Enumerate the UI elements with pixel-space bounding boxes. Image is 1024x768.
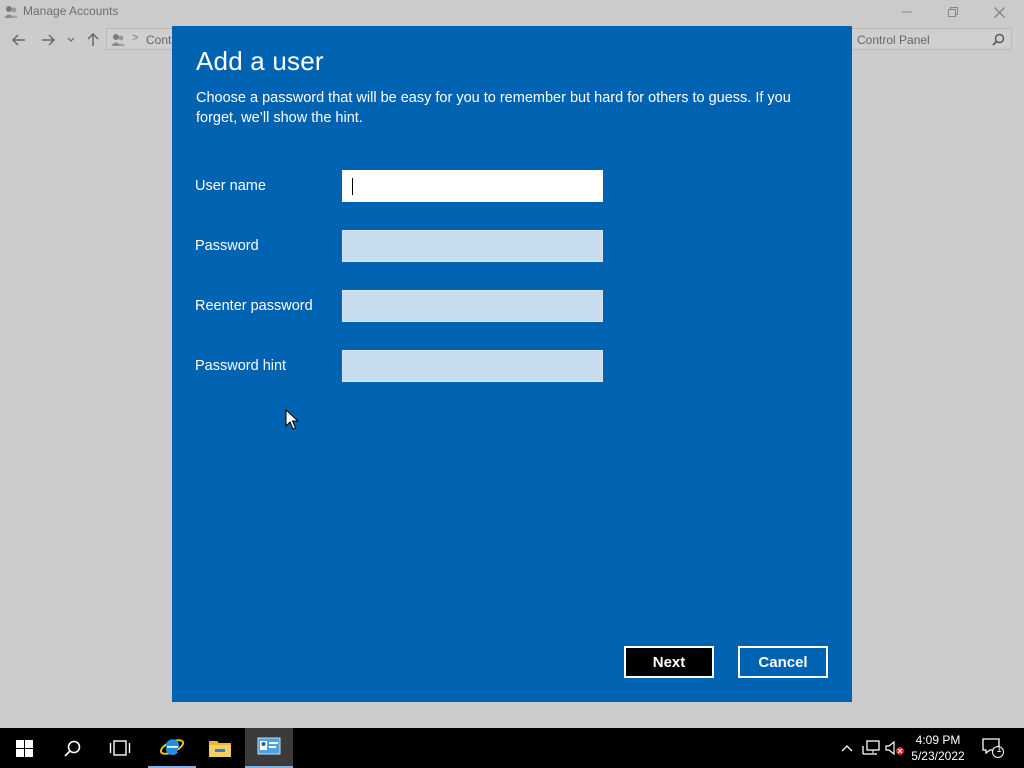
- start-icon: [15, 739, 33, 757]
- users-icon: [4, 6, 18, 18]
- volume-muted-icon: [885, 740, 904, 756]
- reenter-password-field[interactable]: [342, 290, 603, 322]
- window-title: Manage Accounts: [23, 4, 119, 18]
- search-icon: [992, 33, 1005, 46]
- chevron-down-icon: [67, 37, 75, 42]
- chevron-up-icon: [841, 745, 853, 752]
- task-view-icon: [109, 740, 131, 756]
- next-button[interactable]: Next: [624, 646, 714, 678]
- start-button[interactable]: [0, 728, 48, 768]
- file-explorer-taskbar-button[interactable]: [196, 728, 244, 768]
- search-placeholder: Control Panel: [857, 33, 930, 47]
- close-icon: [993, 6, 1005, 18]
- forward-button[interactable]: [37, 30, 59, 50]
- internet-explorer-icon: [159, 739, 185, 756]
- clock-date: 5/23/2022: [911, 749, 965, 763]
- up-button[interactable]: [82, 30, 104, 50]
- breadcrumb-separator: >: [132, 32, 139, 44]
- task-view-button[interactable]: [96, 728, 144, 768]
- action-center-button[interactable]: 1: [980, 728, 1006, 768]
- search-button[interactable]: [48, 728, 96, 768]
- window-titlebar: Manage Accounts: [0, 0, 1024, 24]
- taskbar-clock[interactable]: 4:09 PM 5/23/2022: [906, 732, 970, 764]
- user-name-label: User name: [195, 178, 266, 194]
- volume-button[interactable]: [884, 728, 906, 768]
- search-input[interactable]: Control Panel: [840, 28, 1012, 50]
- add-user-dialog: Add a user Choose a password that will b…: [172, 26, 852, 702]
- reenter-password-label: Reenter password: [195, 298, 313, 314]
- show-hidden-icons-button[interactable]: [836, 728, 858, 768]
- clock-time: 4:09 PM: [915, 733, 961, 747]
- forward-arrow-icon: [42, 34, 55, 46]
- taskbar: 4:09 PM 5/23/2022 1: [0, 728, 1024, 768]
- password-label: Password: [195, 238, 259, 254]
- notification-count-badge: 1: [996, 744, 1002, 754]
- cancel-button[interactable]: Cancel: [738, 646, 828, 678]
- user-name-field[interactable]: [342, 170, 603, 202]
- password-hint-field[interactable]: [342, 350, 603, 382]
- back-button[interactable]: [8, 30, 30, 50]
- control-panel-location-icon: [111, 34, 125, 46]
- breadcrumb[interactable]: Cont: [146, 33, 171, 47]
- recent-locations-button[interactable]: [62, 30, 80, 50]
- network-icon: [862, 740, 880, 755]
- dialog-title: Add a user: [196, 46, 324, 76]
- close-button[interactable]: [976, 0, 1022, 24]
- file-explorer-icon: [209, 741, 231, 757]
- control-panel-taskbar-button[interactable]: [245, 728, 293, 768]
- password-field[interactable]: [342, 230, 603, 262]
- internet-explorer-taskbar-button[interactable]: [148, 728, 196, 768]
- up-arrow-icon: [87, 33, 99, 46]
- control-panel-icon: [257, 737, 281, 755]
- mouse-pointer-icon: [285, 409, 299, 430]
- dialog-description: Choose a password that will be easy for …: [196, 90, 791, 126]
- text-caret: [352, 178, 353, 195]
- restore-button[interactable]: [930, 0, 976, 24]
- minimize-button[interactable]: [884, 0, 930, 24]
- search-icon: [63, 740, 80, 757]
- network-button[interactable]: [860, 728, 882, 768]
- address-bar[interactable]: > Cont: [106, 28, 176, 50]
- password-hint-label: Password hint: [195, 358, 287, 374]
- restore-icon: [948, 7, 958, 17]
- back-arrow-icon: [12, 34, 25, 46]
- minimize-icon: [902, 11, 912, 13]
